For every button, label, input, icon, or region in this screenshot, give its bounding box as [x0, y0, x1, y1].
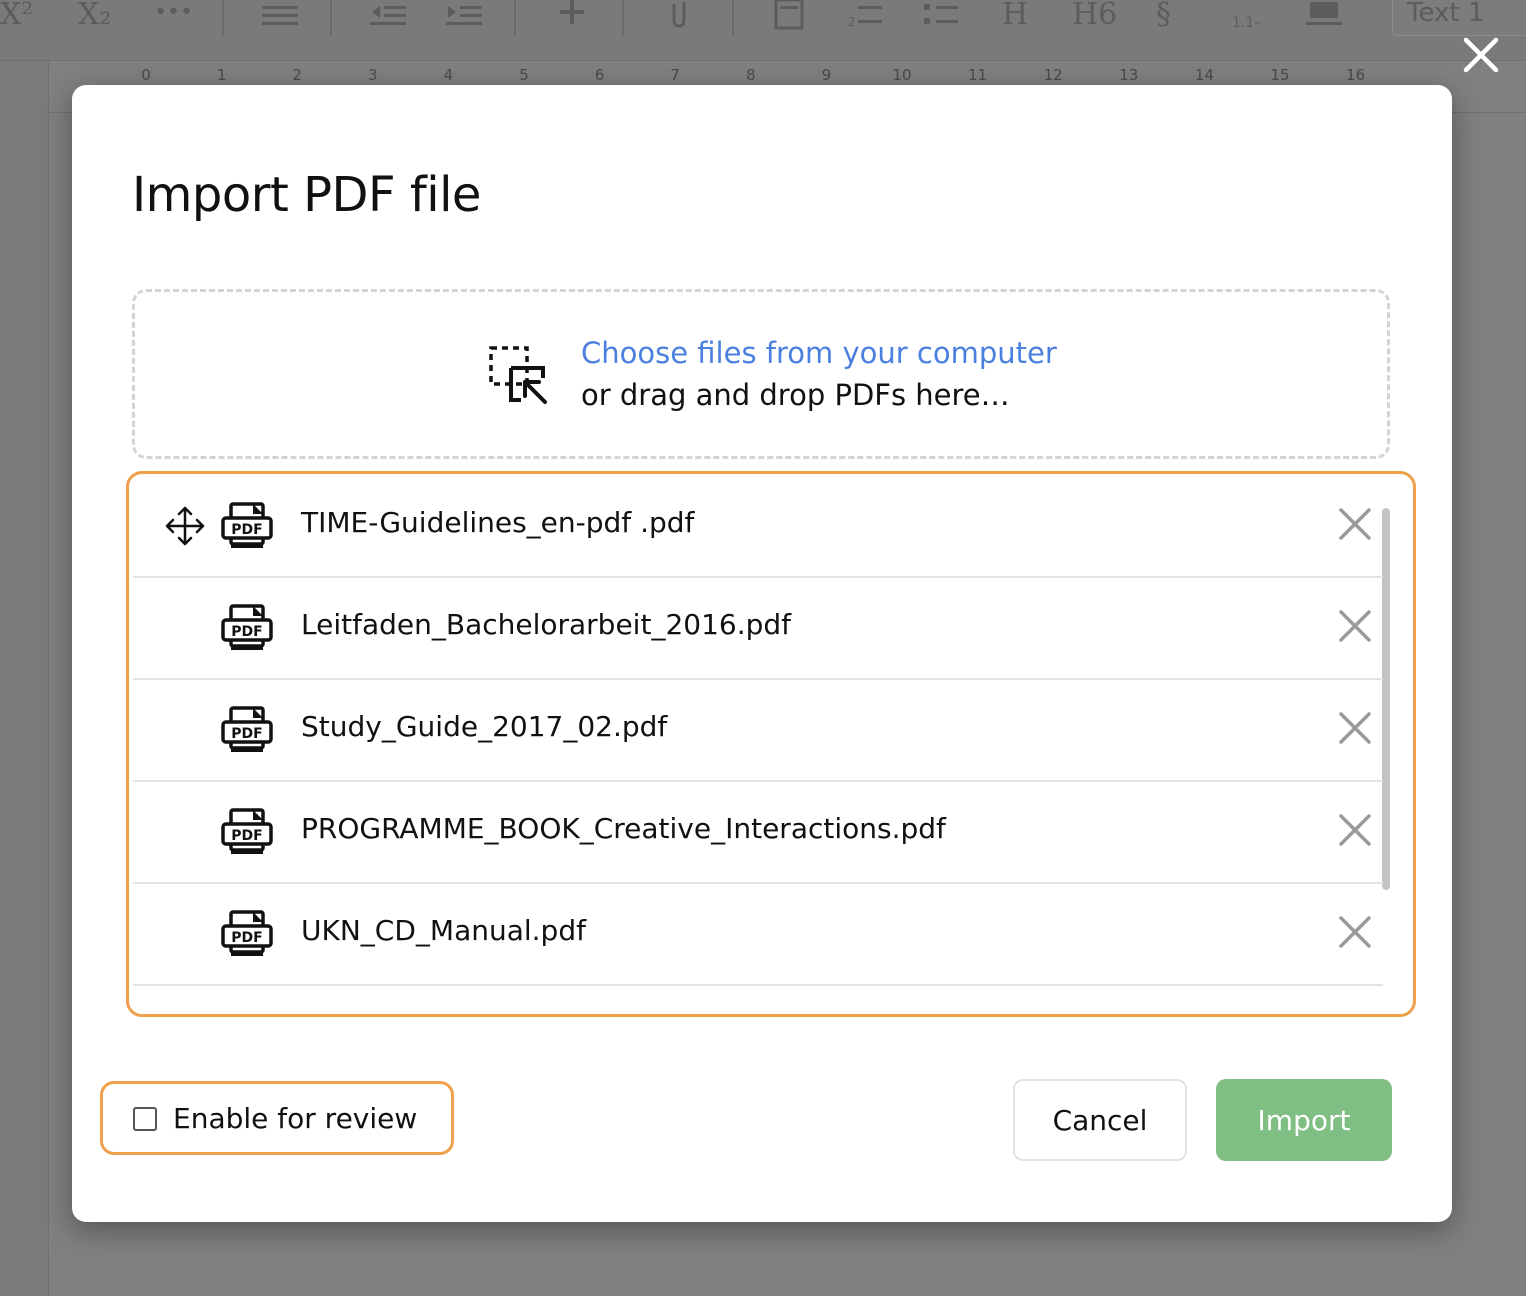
- more-options-button[interactable]: •••: [154, 0, 193, 28]
- file-name: PROGRAMME_BOOK_Creative_Interactions.pdf: [301, 812, 946, 845]
- cancel-button[interactable]: Cancel: [1013, 1079, 1187, 1161]
- numbered-list-icon[interactable]: 2: [848, 0, 884, 30]
- toolbar-separator: [222, 0, 224, 36]
- ruler-number: 7: [670, 66, 680, 84]
- ruler-number: 14: [1194, 66, 1214, 84]
- pdf-file-icon: PDF: [221, 604, 273, 650]
- close-icon[interactable]: [1456, 30, 1506, 80]
- heading6-button[interactable]: H6: [1072, 0, 1117, 30]
- ruler-number: 15: [1270, 66, 1290, 84]
- svg-text:PDF: PDF: [231, 828, 262, 844]
- import-pdf-dialog: Import PDF file Choose files from your c…: [72, 85, 1452, 1222]
- drag-handle-icon[interactable]: [165, 506, 205, 546]
- attachment-icon[interactable]: [668, 0, 690, 28]
- ruler-number: 0: [141, 66, 151, 84]
- svg-text:PDF: PDF: [231, 930, 262, 946]
- file-row[interactable]: PDF Study_Guide_2017_02.pdf: [133, 678, 1383, 782]
- toolbar-separator: [514, 0, 516, 36]
- file-row[interactable]: PDF UKN_CD_Manual.pdf: [133, 882, 1383, 986]
- editor-toolbar: X² X₂ ••• 2 H H6 § 1.1– Text 1: [0, 0, 1526, 61]
- outdent-icon[interactable]: [370, 2, 406, 28]
- file-name: TIME-Guidelines_en-pdf .pdf: [301, 506, 695, 539]
- toolbar-separator: [732, 0, 734, 36]
- drag-drop-hint: or drag and drop PDFs here…: [581, 378, 1010, 412]
- file-name: Study_Guide_2017_02.pdf: [301, 710, 668, 743]
- ruler-number: 5: [519, 66, 529, 84]
- remove-file-icon[interactable]: [1337, 710, 1373, 746]
- numbering-button[interactable]: 1.1–: [1232, 8, 1261, 38]
- section-button[interactable]: §: [1156, 0, 1171, 30]
- file-list: PDF TIME-Guidelines_en-pdf .pdf PDF Leitfad…: [126, 471, 1416, 1017]
- pdf-file-icon: PDF: [221, 910, 273, 956]
- toolbar-separator: [330, 0, 332, 36]
- ruler-number: 9: [821, 66, 832, 84]
- ruler-number: 11: [968, 66, 988, 84]
- pdf-file-icon: PDF: [221, 502, 273, 548]
- remove-file-icon[interactable]: [1337, 812, 1373, 848]
- ruler-number: 2: [292, 66, 302, 84]
- file-name: UKN_CD_Manual.pdf: [301, 914, 586, 947]
- choose-files-link[interactable]: Choose files from your computer: [581, 336, 1057, 370]
- enable-review-toggle[interactable]: Enable for review: [100, 1081, 454, 1155]
- file-row[interactable]: PDF TIME-Guidelines_en-pdf .pdf: [133, 474, 1383, 578]
- ruler-number: 10: [892, 66, 912, 84]
- indent-icon[interactable]: [446, 2, 482, 28]
- ruler-number: 8: [746, 66, 756, 84]
- file-row[interactable]: PDF PROGRAMME_BOOK_Creative_Interactions.…: [133, 780, 1383, 884]
- pdf-file-icon: PDF: [221, 808, 273, 854]
- remove-file-icon[interactable]: [1337, 608, 1373, 644]
- remove-file-icon[interactable]: [1337, 914, 1373, 950]
- ruler-number: 12: [1043, 66, 1063, 84]
- file-dropzone[interactable]: Choose files from your computer or drag …: [132, 289, 1390, 459]
- page-icon[interactable]: [774, 0, 804, 30]
- enable-review-checkbox[interactable]: [133, 1107, 157, 1131]
- toolbar-separator: [622, 0, 624, 36]
- import-button[interactable]: Import: [1216, 1079, 1392, 1161]
- screen-icon[interactable]: [1306, 0, 1342, 28]
- scrollbar-thumb[interactable]: [1382, 508, 1390, 890]
- ruler-number: 4: [443, 66, 454, 84]
- subscript-button[interactable]: X₂: [78, 0, 111, 30]
- ruler-number: 13: [1119, 66, 1139, 84]
- ruler-number: 6: [594, 66, 605, 84]
- dialog-title: Import PDF file: [132, 167, 481, 223]
- align-justify-icon[interactable]: [262, 2, 298, 28]
- plus-icon[interactable]: [558, 0, 586, 26]
- pdf-file-icon: PDF: [221, 706, 273, 752]
- file-row[interactable]: PDF Leitfaden_Bachelorarbeit_2016.pdf: [133, 576, 1383, 680]
- heading-button[interactable]: H: [1002, 0, 1028, 30]
- ruler-number: 3: [368, 66, 378, 84]
- file-name: Leitfaden_Bachelorarbeit_2016.pdf: [301, 608, 791, 641]
- bullet-list-icon[interactable]: [924, 0, 960, 30]
- superscript-button[interactable]: X²: [0, 0, 33, 30]
- ruler-number: 16: [1346, 66, 1366, 84]
- svg-text:PDF: PDF: [231, 726, 262, 742]
- enable-review-label: Enable for review: [173, 1102, 418, 1135]
- svg-text:2: 2: [848, 15, 856, 29]
- ruler-number: 1: [216, 66, 227, 84]
- svg-text:PDF: PDF: [231, 522, 262, 538]
- remove-file-icon[interactable]: [1337, 506, 1373, 542]
- svg-text:PDF: PDF: [231, 624, 262, 640]
- select-file-icon: [489, 346, 547, 404]
